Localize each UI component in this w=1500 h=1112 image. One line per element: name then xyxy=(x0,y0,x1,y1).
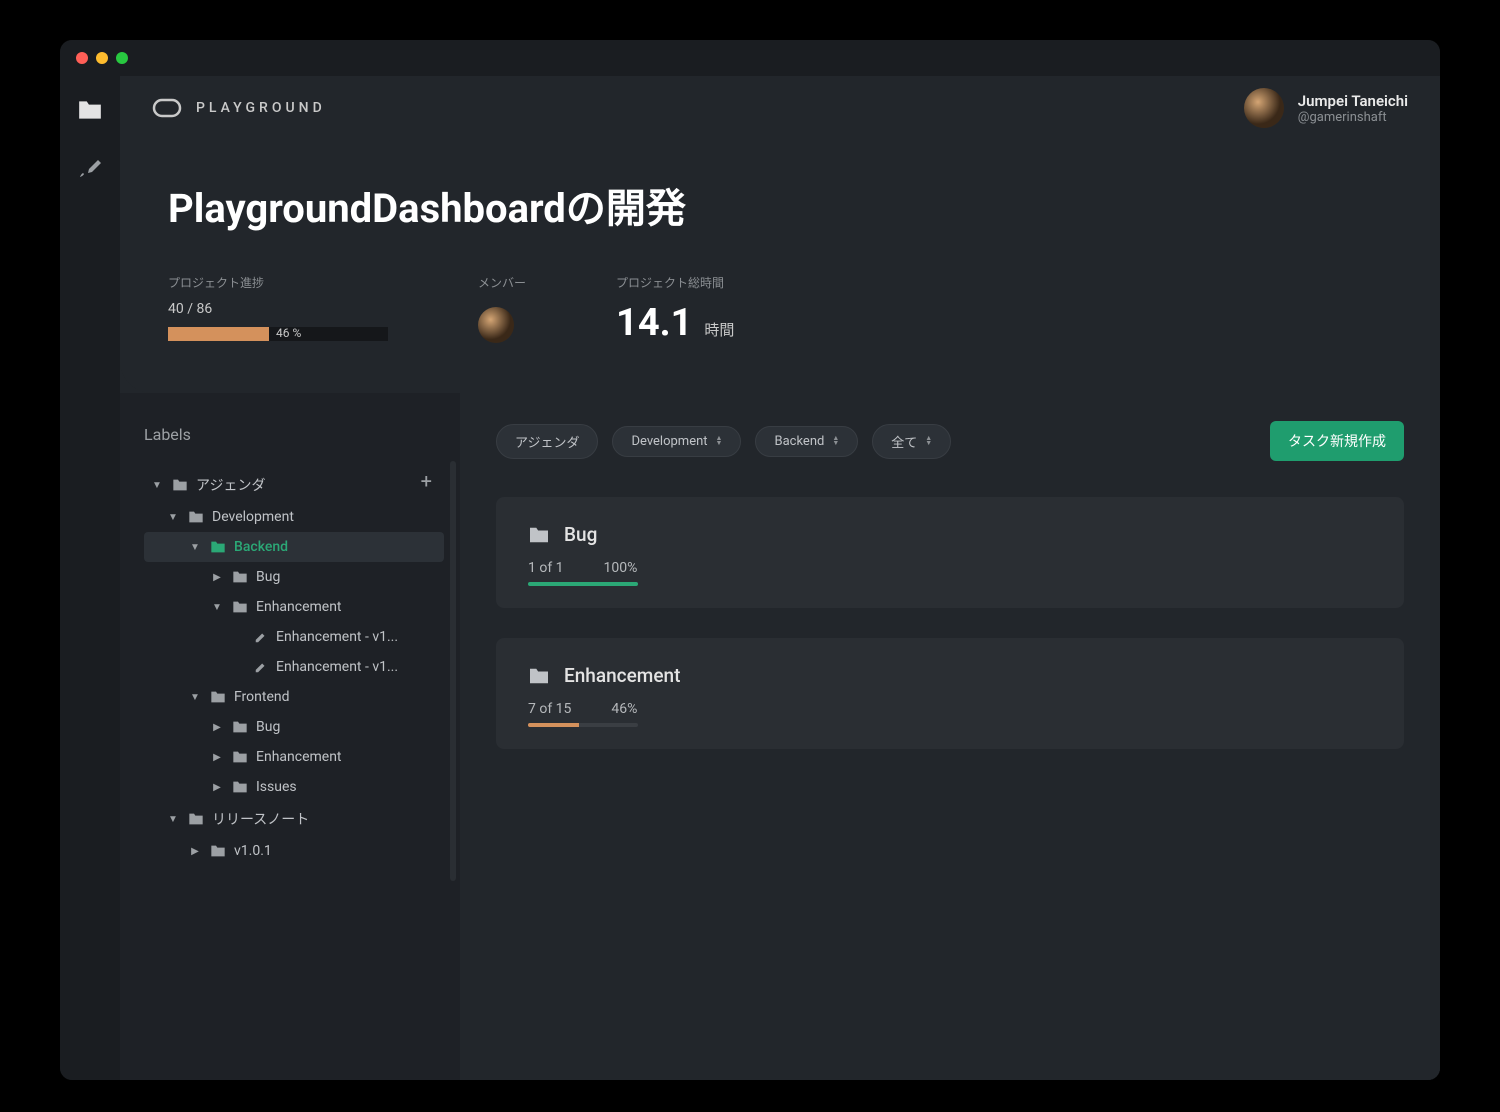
chevron-down-icon: ▼ xyxy=(150,480,164,491)
chevron-down-icon: ▼ xyxy=(188,542,202,553)
folder-icon xyxy=(528,667,550,685)
add-label-button[interactable]: + xyxy=(421,469,432,493)
folder-icon xyxy=(232,720,248,734)
tree-item-enhancement[interactable]: ▼ Enhancement xyxy=(144,592,444,622)
left-rail xyxy=(60,76,120,1080)
chevron-right-icon: ▶ xyxy=(210,782,224,793)
folder-icon xyxy=(232,750,248,764)
tree-item-enhancement-v1b[interactable]: Enhancement - v1... xyxy=(144,652,444,682)
time-label: プロジェクト総時間 xyxy=(616,274,734,291)
chevron-right-icon: ▶ xyxy=(210,752,224,763)
members-label: メンバー xyxy=(478,274,526,291)
time-stat: プロジェクト総時間 14.1 時間 xyxy=(616,274,734,345)
task-card-enhancement[interactable]: Enhancement 7 of 15 46% xyxy=(496,638,1404,749)
folder-icon xyxy=(172,478,188,492)
brush-nav-icon[interactable] xyxy=(76,154,104,182)
filter-row: アジェンダ Development▲▼ Backend▲▼ 全て▲▼ タスク新規… xyxy=(496,421,1404,461)
folder-icon xyxy=(188,510,204,524)
tree-item-frontend[interactable]: ▼ Frontend xyxy=(144,682,444,712)
maximize-window-button[interactable] xyxy=(116,52,128,64)
folder-icon xyxy=(210,540,226,554)
chevron-right-icon: ▶ xyxy=(188,846,202,857)
brand: PLAYGROUND xyxy=(152,98,326,118)
card-pct: 100% xyxy=(604,560,638,576)
tree-item-v101[interactable]: ▶ v1.0.1 xyxy=(144,836,444,866)
chevron-down-icon: ▼ xyxy=(210,602,224,613)
folder-nav-icon[interactable] xyxy=(76,96,104,124)
tree-item-development[interactable]: ▼ Development xyxy=(144,502,444,532)
filter-all[interactable]: 全て▲▼ xyxy=(872,424,951,459)
sidebar-title: Labels xyxy=(144,425,444,444)
tree-item-bug[interactable]: ▶ Bug xyxy=(144,562,444,592)
sort-icon: ▲▼ xyxy=(832,436,839,446)
task-card-bug[interactable]: Bug 1 of 1 100% xyxy=(496,497,1404,608)
folder-icon xyxy=(210,844,226,858)
tree-item-release-notes[interactable]: ▼ リリースノート xyxy=(144,802,444,836)
user-menu[interactable]: Jumpei Taneichi @gamerinshaft xyxy=(1244,88,1408,128)
progress-count: 40 / 86 xyxy=(168,301,388,317)
progress-label: プロジェクト進捗 xyxy=(168,274,388,291)
filter-backend[interactable]: Backend▲▼ xyxy=(755,426,858,457)
page-title: PlaygroundDashboardの開発 xyxy=(168,176,1392,234)
time-value: 14.1 xyxy=(616,301,692,345)
user-name: Jumpei Taneichi xyxy=(1298,92,1408,110)
pencil-icon xyxy=(254,660,268,674)
time-unit: 時間 xyxy=(704,321,734,339)
labels-sidebar: Labels + ▼ アジェンダ ▼ Development xyxy=(120,393,460,1080)
card-progress-bar xyxy=(528,723,638,727)
filter-development[interactable]: Development▲▼ xyxy=(612,426,741,457)
scrollbar[interactable] xyxy=(450,461,456,881)
chevron-down-icon: ▼ xyxy=(166,512,180,523)
brand-text: PLAYGROUND xyxy=(196,100,326,116)
folder-icon xyxy=(232,570,248,584)
tree-item-issues[interactable]: ▶ Issues xyxy=(144,772,444,802)
folder-icon xyxy=(210,690,226,704)
chevron-right-icon: ▶ xyxy=(210,722,224,733)
hero-section: PlaygroundDashboardの開発 プロジェクト進捗 40 / 86 … xyxy=(120,140,1440,393)
window-controls xyxy=(76,52,128,64)
filter-agenda[interactable]: アジェンダ xyxy=(496,424,598,459)
card-pct: 46% xyxy=(611,701,637,717)
card-count: 7 of 15 xyxy=(528,701,571,717)
member-avatar[interactable] xyxy=(478,307,514,343)
titlebar xyxy=(60,40,1440,76)
card-progress-bar xyxy=(528,582,638,586)
progress-bar: 46 % xyxy=(168,327,388,341)
label-tree: ▼ アジェンダ ▼ Development ▼ Backend xyxy=(144,468,444,866)
tree-item-backend[interactable]: ▼ Backend xyxy=(144,532,444,562)
folder-icon xyxy=(528,526,550,544)
members-stat: メンバー xyxy=(478,274,526,343)
tree-item-enhancement-v1a[interactable]: Enhancement - v1... xyxy=(144,622,444,652)
user-handle: @gamerinshaft xyxy=(1298,110,1408,125)
sort-icon: ▲▼ xyxy=(925,436,932,446)
tree-item-enhancement2[interactable]: ▶ Enhancement xyxy=(144,742,444,772)
header-bar: PLAYGROUND Jumpei Taneichi @gamerinshaft xyxy=(120,76,1440,140)
tree-item-agenda[interactable]: ▼ アジェンダ xyxy=(144,468,444,502)
progress-pct: 46 % xyxy=(276,326,301,340)
close-window-button[interactable] xyxy=(76,52,88,64)
folder-icon xyxy=(232,600,248,614)
card-title: Bug xyxy=(564,523,597,546)
card-count: 1 of 1 xyxy=(528,560,564,576)
folder-icon xyxy=(188,812,204,826)
main-content: アジェンダ Development▲▼ Backend▲▼ 全て▲▼ タスク新規… xyxy=(460,393,1440,1080)
chevron-down-icon: ▼ xyxy=(188,692,202,703)
chevron-right-icon: ▶ xyxy=(210,572,224,583)
app-window: PLAYGROUND Jumpei Taneichi @gamerinshaft… xyxy=(60,40,1440,1080)
create-task-button[interactable]: タスク新規作成 xyxy=(1270,421,1404,461)
folder-icon xyxy=(232,780,248,794)
progress-stat: プロジェクト進捗 40 / 86 46 % xyxy=(168,274,388,341)
minimize-window-button[interactable] xyxy=(96,52,108,64)
logo-icon xyxy=(152,98,182,118)
card-title: Enhancement xyxy=(564,664,680,687)
avatar xyxy=(1244,88,1284,128)
pencil-icon xyxy=(254,630,268,644)
sort-icon: ▲▼ xyxy=(716,436,723,446)
chevron-down-icon: ▼ xyxy=(166,814,180,825)
tree-item-bug2[interactable]: ▶ Bug xyxy=(144,712,444,742)
